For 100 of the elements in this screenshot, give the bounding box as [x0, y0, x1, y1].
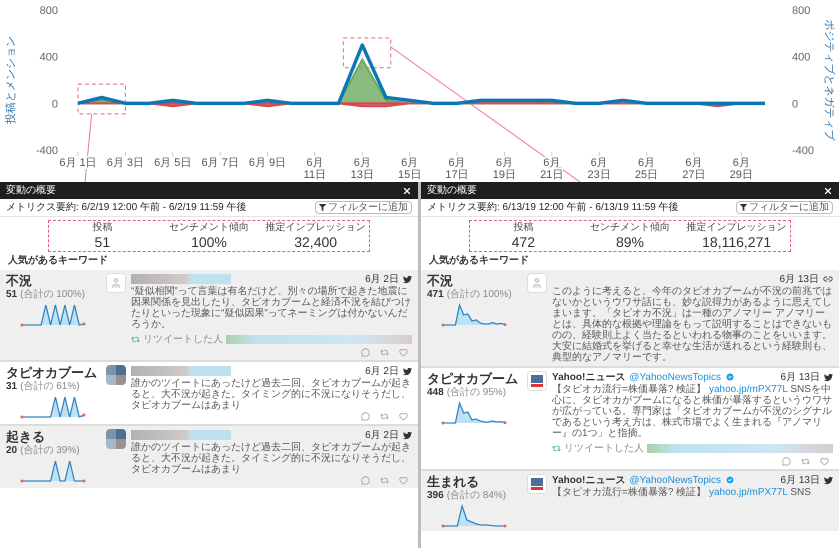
keyword-share: (合計の 61%) [20, 381, 80, 393]
y-tick-label: 0 [792, 98, 798, 110]
retweeted-by-label: リツイートした人 [143, 333, 223, 347]
keyword-title: タピオカブーム [6, 365, 98, 380]
tweet-date: 6月 2日 [365, 428, 399, 442]
keyword-count: 448 [427, 387, 444, 399]
bird-icon[interactable] [824, 372, 833, 382]
keyword-count: 20 [6, 445, 18, 457]
panel-title: 変動の概要 [6, 184, 56, 198]
keyword-count: 396 [427, 490, 444, 502]
metric-label: 推定インプレッション [686, 222, 787, 234]
keyword-row[interactable]: 生まれる 396 (合計の 84%) Yahoo!ニュース @YahooNewsTopics 6月 13日 【タピオカ流行=株価暴落? 検証】 yahoo.jp/mPX77L SNS [421, 471, 839, 531]
retweet-icon[interactable] [380, 412, 389, 421]
metric-value: 18,116,271 [702, 234, 772, 250]
keyword-title: 不況 [427, 273, 454, 289]
x-tick-label: 6月 3日 [106, 157, 144, 169]
metric-value: 51 [94, 234, 110, 250]
tweet-date: 6月 2日 [365, 364, 399, 378]
tweet-text: 【タピオカ流行=株価暴落? 検証】 yahoo.jp/mPX77L SNSを中心に、タピオカがブームになると株価が暴落するというウワサが広がっている。専門家は「タピオカブームが不況のシグナルであるという考え方は、株式市場でよく生まれる『アノマリー』の1つ」と指摘。 [552, 384, 833, 439]
retweet-icon[interactable] [380, 476, 389, 485]
tweet-date: 6月 2日 [365, 272, 399, 286]
y-tick-label: 800 [40, 5, 58, 17]
tweet-text: このように考えると、今年のタピオカブームが不況の前兆ではないかというウワサ話にも、妙な説得力があるように思えてしまいます。「タピオカ不況」は一種のアノマリー アノマリーとは、具体的な根拠や理論をもって説明することはできないものの、経験則上よく当たるといわれる物事のことをいいます。大安に結婚式を挙げると幸せな生活が送れるという経験則も、典型的なアノマリーです。 [552, 286, 833, 363]
sparkline-drawing [441, 303, 507, 327]
keyword-row[interactable]: 起きる 20 (合計の 39%) 6月 2日 誰かのツイートにあったけど過去二回、タピオカブームが起きると、大不況が起きた。タイミング的に不況になりそうだし、タピオカブームはあまり [0, 426, 418, 488]
metrics-summary: メトリクス要約: 6/13/19 12:00 午前 - 6/13/19 11:59 午後 [427, 201, 679, 215]
bird-icon[interactable] [403, 274, 412, 284]
add-filter-button[interactable]: フィルターに追加 [736, 201, 833, 214]
x-tick-label: 6月 9日 [248, 157, 286, 169]
avatar-placeholder [527, 273, 547, 293]
x-tick-label: 6月 17日 [445, 157, 469, 181]
keyword-share: (合計の 39%) [20, 445, 80, 457]
y-tick-label: -400 [792, 145, 814, 157]
tweet-date: 6月 13日 [780, 272, 819, 286]
metrics-summary: メトリクス要約: 6/2/19 12:00 午前 - 6/2/19 11:59 午後 [6, 201, 246, 215]
metric-label: 投稿 [92, 222, 112, 234]
tweet-text: 誰かのツイートにあったけど過去二回、タピオカブームが起きると、大不況が起きた。タイミング的に不況になりそうだし、タピオカブームはあまり [131, 378, 412, 411]
author-name: Yahoo!ニュース [552, 474, 626, 486]
reply-icon[interactable] [361, 348, 370, 357]
retweet-icon [131, 335, 140, 344]
tweet-text: 誰かのツイートにあったけど過去二回、タピオカブームが起きると、大不況が起きた。タイミング的に不況になりそうだし、タピオカブームはあまり [131, 442, 412, 475]
keyword-row[interactable] [421, 270, 839, 366]
like-icon[interactable] [399, 476, 408, 485]
tweet-date: 6月 13日 [780, 474, 820, 488]
keyword-title: 不況 [6, 273, 32, 289]
keyword-share: (合計の 95%) [446, 387, 506, 399]
keyword-share: (合計の 100%) [20, 289, 86, 301]
like-icon[interactable] [399, 348, 408, 357]
metric-label: センチメント傾向 [168, 222, 249, 234]
reply-icon[interactable] [782, 457, 791, 466]
close-button[interactable] [823, 186, 833, 196]
tweet-link[interactable]: yahoo.jp/mPX77L [708, 384, 788, 395]
metric-value: 472 [512, 234, 535, 250]
keyword-count: 51 [6, 289, 18, 301]
keyword-title: 生まれる [427, 474, 480, 490]
metric-label: 投稿 [513, 222, 534, 234]
keyword-title: タピオカブーム [427, 371, 519, 386]
keyword-share: (合計の 84%) [446, 490, 506, 502]
sparkline-drawing [20, 303, 86, 327]
tweet-text: “疑似相関”って言葉は有名だけど、別々の場所で起きた地震に因果関係を見出したり、タピオカブームと経済不況を結びつけたりといった現象に“疑似因果”ってネーミングは付かないんだろうか。 [131, 286, 412, 330]
author-handle[interactable]: @YahooNewsTopics [629, 370, 722, 384]
keyword-row[interactable]: タピオカブーム 448 (合計の 95%) Yahoo!ニュース @YahooNewsTopics 6月 13日 【タピオカ流行=株価暴落? 検証】 yahoo.jp/mPX77L SNSを中心に、タピオカがブームになると株価が暴落するというウワサが広がっている。専門家は「タピオカブームが不況のシグナルであるという考え方は、株式市場でよく生まれる『アノマリー』の1つ」と指摘。 リツイートした人 [421, 368, 839, 469]
retweeted-by-label: リツイートした人 [564, 442, 644, 456]
x-tick-label: 6月 29日 [730, 157, 753, 181]
pixelated-avatar [106, 365, 126, 385]
y-tick-label: 800 [792, 5, 810, 17]
x-tick-label: 6月 19日 [492, 157, 516, 181]
keyword-share: (合計の 100%) [446, 289, 512, 301]
filter-icon [319, 204, 326, 211]
retweet-icon[interactable] [801, 457, 810, 466]
sparkline-drawing [20, 459, 86, 483]
keyword-row[interactable]: 不況 51 (合計の 100%) 6月 2日 “疑似相関”って言葉は有名だけど、別々の場所で起きた地震に因果関係を見出したり、タピオカブームと経済不況を結びつけたりといった現象に“疑似因果”ってネーミングは付かないんだろうか。 リツイートした人 [0, 270, 418, 360]
pixelated-avatar [106, 429, 126, 449]
tweet-text: 【タピオカ流行=株価暴落? 検証】 yahoo.jp/mPX77L SNS [552, 487, 812, 498]
reply-icon[interactable] [361, 412, 370, 421]
filter-icon [740, 204, 747, 211]
bird-icon[interactable] [824, 476, 833, 484]
section-heading: 人気があるキーワード [428, 254, 530, 268]
close-button[interactable] [402, 186, 412, 196]
sparkline-drawing [441, 504, 507, 528]
link-icon[interactable] [823, 274, 833, 284]
y-tick-label: 400 [792, 52, 810, 64]
keyword-count: 471 [427, 289, 444, 301]
x-tick-label: 6月 15日 [398, 157, 422, 181]
keyword-row[interactable]: タピオカブーム 31 (合計の 61%) 6月 2日 誰かのツイートにあったけど過去二回、タピオカブームが起きると、大不況が起きた。タイミング的に不況になりそうだし、タピオカブームはあまり [0, 362, 418, 424]
tweet-date: 6月 13日 [780, 370, 820, 384]
add-filter-button[interactable]: フィルターに追加 [315, 201, 412, 214]
highlight-box [342, 38, 392, 68]
bird-icon[interactable] [403, 366, 412, 376]
x-tick-label: 6月 27日 [682, 157, 706, 181]
y-axis-title: 投稿とメンション [5, 36, 17, 124]
y-tick-label: -400 [36, 145, 58, 157]
reply-icon[interactable] [361, 476, 370, 485]
metric-value: 89% [616, 234, 644, 250]
bird-icon[interactable] [403, 430, 412, 440]
like-icon[interactable] [820, 457, 829, 466]
news-logo-icon [527, 474, 547, 494]
like-icon[interactable] [399, 412, 408, 421]
metric-value: 100% [191, 234, 227, 250]
retweet-icon[interactable] [380, 348, 389, 357]
